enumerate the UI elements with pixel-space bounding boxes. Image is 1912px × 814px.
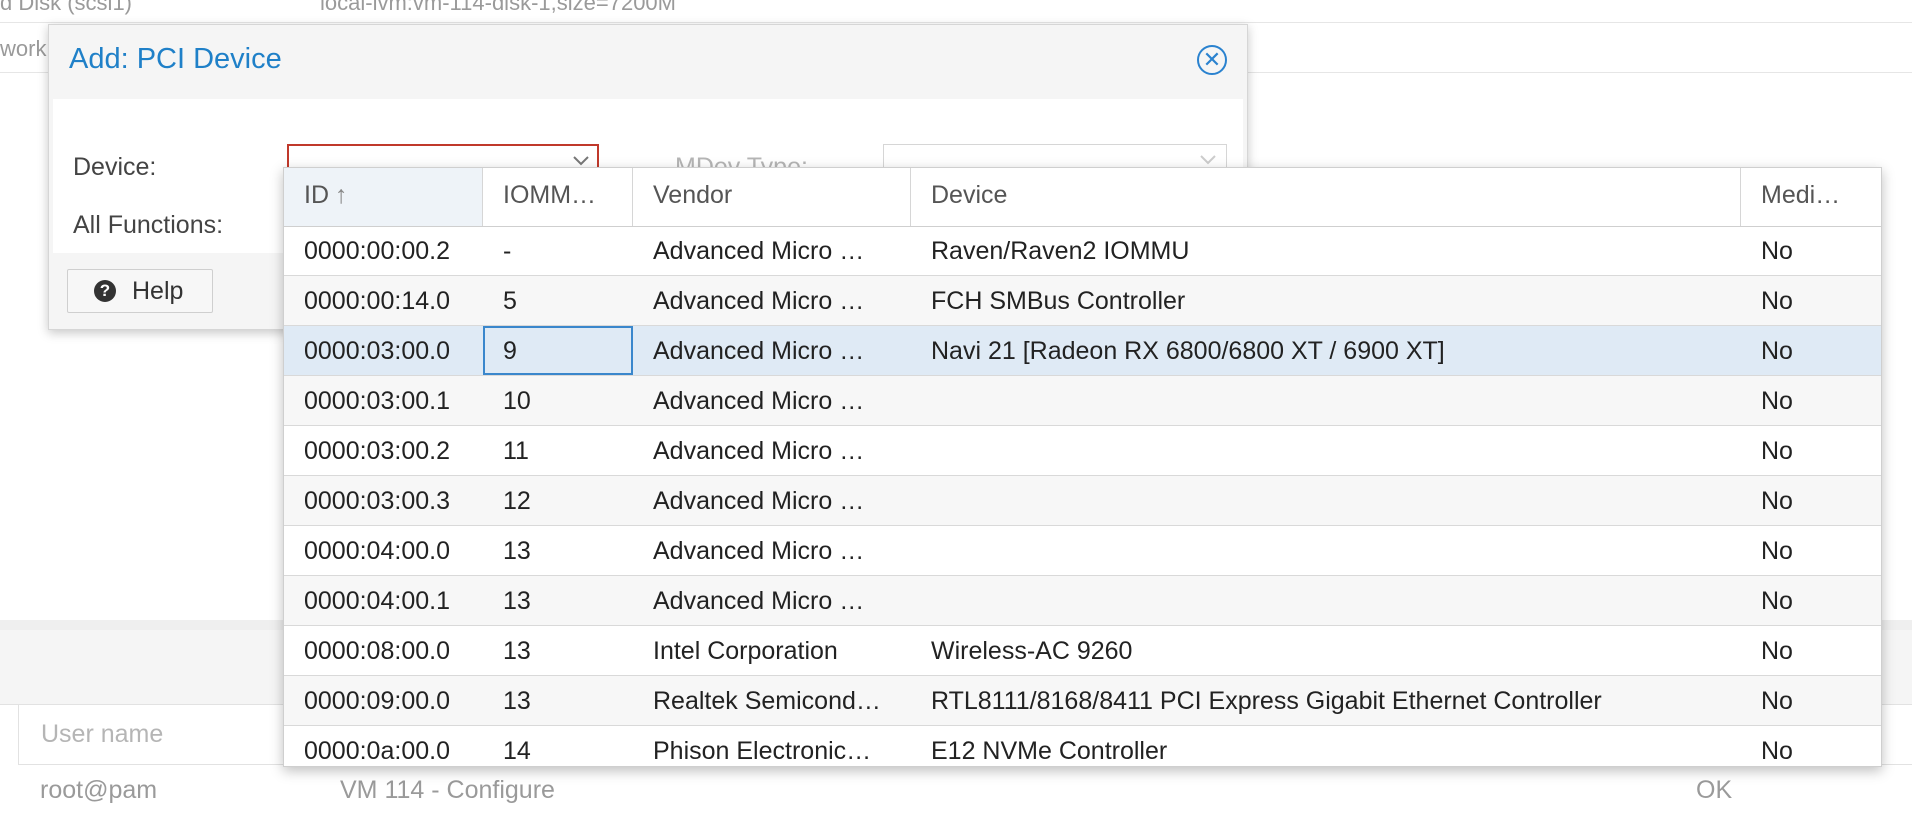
column-header-vendor[interactable]: Vendor: [633, 168, 911, 226]
cell-iommu: 11: [503, 437, 529, 465]
bg-task-status: OK: [1696, 776, 1733, 804]
cell-device: Navi 21 [Radeon RX 6800/6800 XT / 6900 X…: [931, 337, 1445, 365]
cell-device: Raven/Raven2 IOMMU: [931, 237, 1190, 265]
cell-mediated: No: [1761, 237, 1793, 265]
close-icon[interactable]: ✕: [1197, 45, 1227, 75]
cell-id: 0000:03:00.0: [304, 337, 450, 365]
cell-vendor: Realtek Semicond…: [653, 687, 881, 715]
column-header-iommu[interactable]: IOMM…: [483, 168, 633, 226]
column-header-mediated[interactable]: Medi…: [1741, 168, 1881, 226]
bg-task-user: root@pam: [40, 776, 158, 804]
dialog-title: Add: PCI Device: [69, 43, 282, 75]
cell-iommu: 13: [503, 687, 531, 715]
cell-mediated: No: [1761, 537, 1793, 565]
cell-iommu: 13: [503, 537, 531, 565]
cell-vendor: Advanced Micro …: [653, 537, 865, 565]
table-row[interactable]: 0000:03:00.2 11 Advanced Micro … No: [284, 426, 1881, 476]
cell-vendor: Intel Corporation: [653, 637, 838, 665]
cell-mediated: No: [1761, 587, 1793, 615]
cell-iommu: 9: [483, 326, 633, 375]
cell-mediated: No: [1761, 637, 1793, 665]
bg-task-description: VM 114 - Configure: [340, 776, 555, 804]
cell-vendor: Advanced Micro …: [653, 587, 865, 615]
cell-device: RTL8111/8168/8411 PCI Express Gigabit Et…: [931, 687, 1602, 715]
cell-id: 0000:00:14.0: [304, 287, 450, 315]
cell-device: [911, 376, 1741, 425]
cell-iommu: 13: [503, 587, 531, 615]
cell-vendor: Phison Electronic…: [653, 737, 872, 765]
cell-mediated: No: [1761, 737, 1793, 765]
table-row[interactable]: 0000:08:00.0 13 Intel Corporation Wireless-…: [284, 626, 1881, 676]
table-row[interactable]: 0000:03:00.0 9 Advanced Micro … Navi 21 [Ra…: [284, 326, 1881, 376]
device-label: Device:: [73, 153, 157, 181]
cell-device: [911, 526, 1741, 575]
column-header-id-label: ID: [304, 181, 329, 209]
bg-network-label: work: [0, 36, 47, 61]
table-row[interactable]: 0000:04:00.0 13 Advanced Micro … No: [284, 526, 1881, 576]
cell-id: 0000:03:00.3: [304, 487, 450, 515]
cell-vendor: Advanced Micro …: [653, 387, 865, 415]
cell-mediated: No: [1761, 437, 1793, 465]
table-row[interactable]: 0000:03:00.1 10 Advanced Micro … No: [284, 376, 1881, 426]
cell-device: [911, 476, 1741, 525]
cell-id: 0000:03:00.1: [304, 387, 450, 415]
cell-iommu: 10: [503, 387, 531, 415]
table-row[interactable]: 0000:00:00.2 - Advanced Micro … Raven/Raven…: [284, 226, 1881, 276]
cell-vendor: Advanced Micro …: [653, 287, 865, 315]
cell-id: 0000:09:00.0: [304, 687, 450, 715]
cell-mediated: No: [1761, 387, 1793, 415]
cell-iommu: -: [503, 237, 512, 265]
column-header-id[interactable]: ID ↑: [284, 168, 483, 226]
column-header-device[interactable]: Device: [911, 168, 1741, 226]
cell-iommu: 12: [503, 487, 531, 515]
pci-device-picker[interactable]: ID ↑ IOMM… Vendor Device Medi… 0000:00:00…: [283, 167, 1882, 767]
cell-mediated: No: [1761, 287, 1793, 315]
cell-device: [911, 576, 1741, 625]
cell-iommu: 13: [503, 637, 531, 665]
bg-disk-value: local-lvm:vm-114-disk-1,size=7200M: [320, 0, 676, 15]
cell-device: E12 NVMe Controller: [931, 737, 1168, 765]
cell-vendor: Advanced Micro …: [653, 437, 865, 465]
bg-disk-label: d Disk (scsi1): [0, 0, 133, 15]
table-row[interactable]: 0000:03:00.3 12 Advanced Micro … No: [284, 476, 1881, 526]
cell-mediated: No: [1761, 687, 1793, 715]
bg-disk-row: d Disk (scsi1) local-lvm:vm-114-disk-1,s…: [0, 0, 1912, 23]
all-functions-label: All Functions:: [73, 211, 224, 239]
cell-vendor: Advanced Micro …: [653, 337, 865, 365]
table-row[interactable]: 0000:0a:00.0 14 Phison Electronic… E12 NVMe…: [284, 726, 1881, 766]
table-row[interactable]: 0000:09:00.0 13 Realtek Semicond… RTL8111/8…: [284, 676, 1881, 726]
arrow-up-icon: ↑: [335, 181, 348, 209]
cell-device: FCH SMBus Controller: [931, 287, 1186, 315]
cell-id: 0000:03:00.2: [304, 437, 450, 465]
help-button[interactable]: ? Help: [67, 269, 213, 313]
cell-device: [911, 426, 1741, 475]
cell-mediated: No: [1761, 487, 1793, 515]
cell-id: 0000:04:00.1: [304, 587, 450, 615]
grid-header: ID ↑ IOMM… Vendor Device Medi…: [284, 168, 1881, 227]
bg-task-row: root@pam VM 114 - Configure OK: [0, 764, 1912, 814]
cell-id: 0000:0a:00.0: [304, 737, 450, 765]
cell-iommu: 14: [503, 737, 531, 765]
bg-user-column-header: User name: [41, 720, 164, 748]
table-row[interactable]: 0000:04:00.1 13 Advanced Micro … No: [284, 576, 1881, 626]
cell-id: 0000:04:00.0: [304, 537, 450, 565]
table-row[interactable]: 0000:00:14.0 5 Advanced Micro … FCH SMBus C…: [284, 276, 1881, 326]
question-circle-icon: ?: [94, 280, 116, 302]
help-button-label: Help: [132, 277, 184, 305]
cell-mediated: No: [1761, 337, 1793, 365]
cell-id: 0000:08:00.0: [304, 637, 450, 665]
cell-device: Wireless-AC 9260: [931, 637, 1133, 665]
cell-vendor: Advanced Micro …: [653, 237, 865, 265]
cell-id: 0000:00:00.2: [304, 237, 450, 265]
cell-vendor: Advanced Micro …: [653, 487, 865, 515]
cell-iommu: 5: [503, 287, 517, 315]
